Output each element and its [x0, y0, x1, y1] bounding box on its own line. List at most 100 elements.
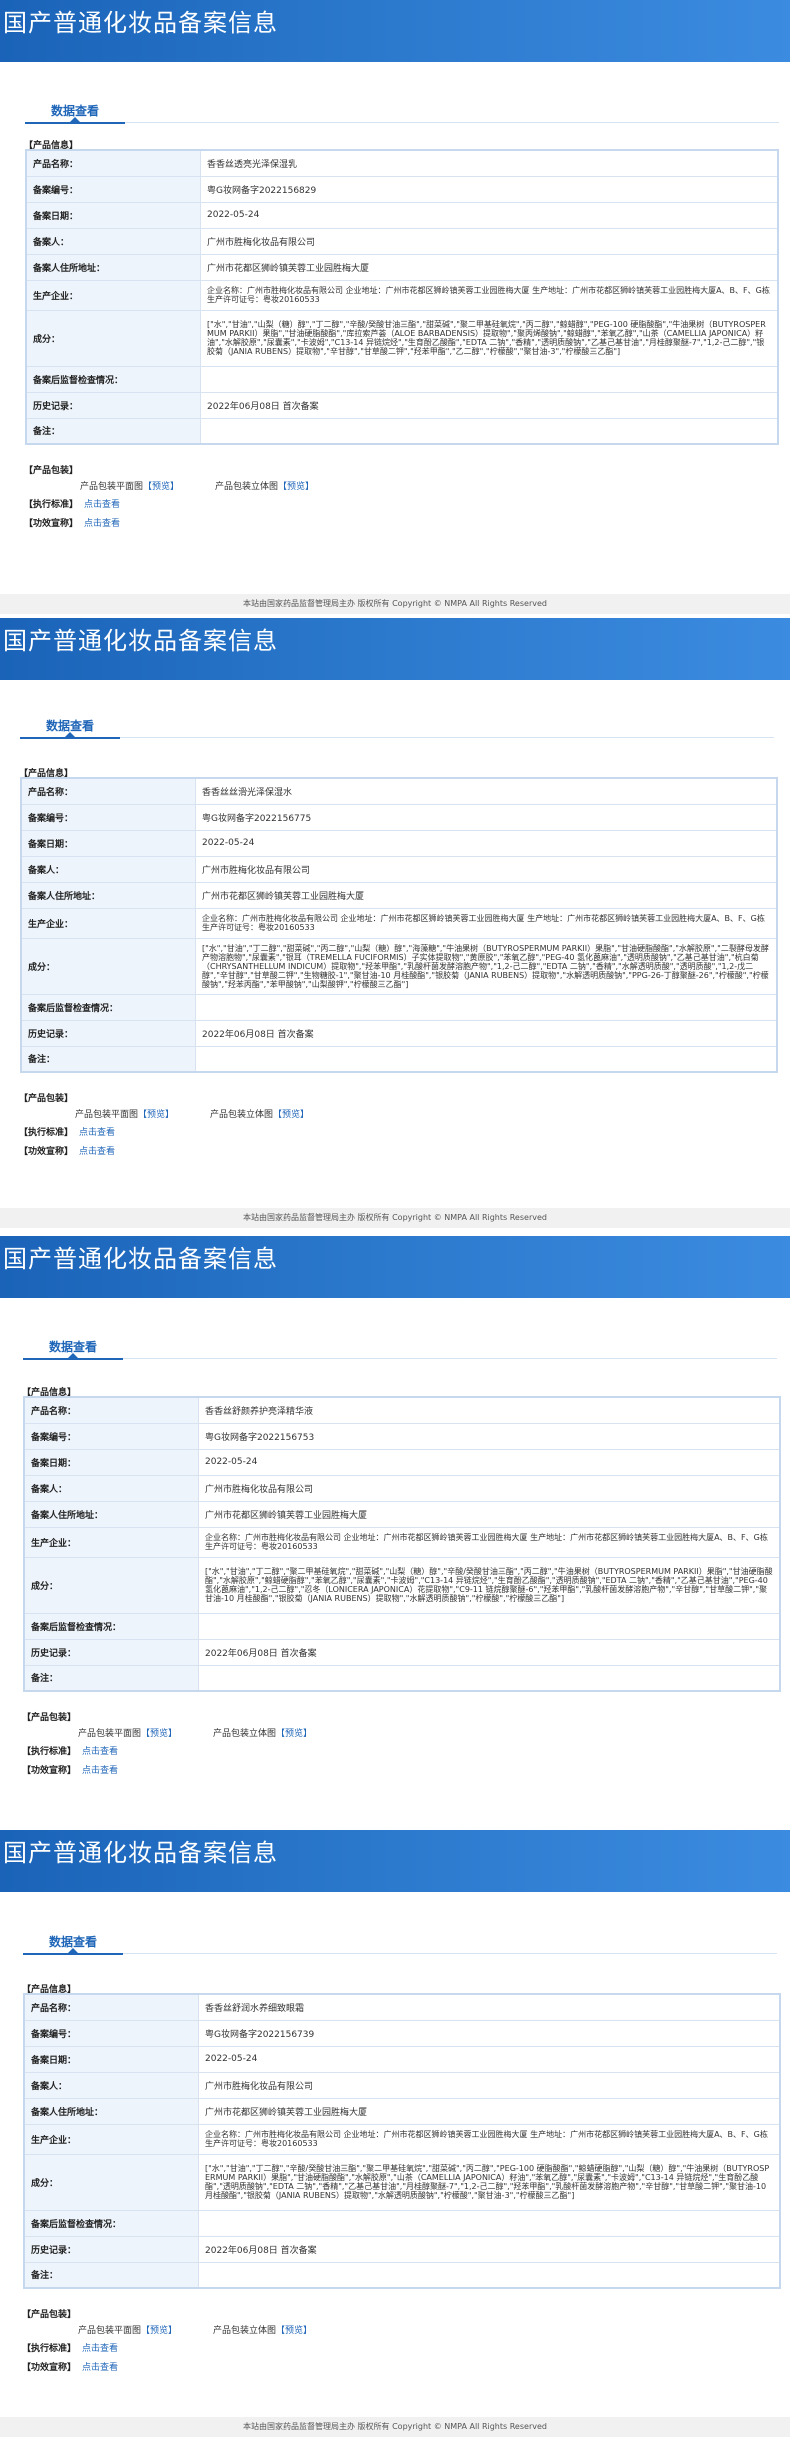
tab-bar: 数据查看 — [25, 98, 779, 124]
table-row: 备案人住所地址： 广州市花都区狮岭镇芙蓉工业园胜梅大厦 — [25, 253, 779, 281]
tab-caret-icon — [67, 1353, 79, 1359]
field-label: 备注： — [20, 1045, 196, 1073]
pkg-flat-preview-link[interactable]: 【预览】 — [141, 1729, 177, 1739]
field-label: 备案人住所地址： — [23, 2097, 199, 2125]
pkg-flat-preview-link[interactable]: 【预览】 — [143, 482, 179, 492]
site-footer: 本站由国家药品监督管理局主办 版权所有 Copyright © NMPA All… — [0, 1208, 790, 1228]
field-label: 历史记录： — [25, 391, 201, 419]
field-label: 生产企业： — [23, 1526, 199, 1558]
page-banner: 国产普通化妆品备案信息 — [0, 1236, 790, 1298]
field-value: 2022年06月08日 首次备案 — [200, 391, 779, 419]
table-row: 备案人住所地址： 广州市花都区狮岭镇芙蓉工业园胜梅大厦 — [20, 881, 778, 909]
package-row: 产品包装平面图【预览】 产品包装立体图【预览】 — [80, 479, 314, 492]
table-row: 产品名称： 香香丝透亮光泽保湿乳 — [25, 149, 779, 177]
pkg-3d-preview-link[interactable]: 【预览】 — [278, 482, 314, 492]
pkg-flat-preview-link[interactable]: 【预览】 — [138, 1110, 174, 1120]
table-row: 备注： — [23, 2261, 781, 2289]
pkg-3d-label: 产品包装立体图 — [213, 1729, 277, 1739]
table-row: 产品名称： 香香丝丝滑光泽保湿水 — [20, 777, 778, 805]
field-label: 生产企业： — [25, 279, 201, 311]
table-row: 成分： ["水","甘油","丁二醇","聚二甲基硅氧烷","甜菜碱","山梨（糖… — [23, 1556, 781, 1614]
field-label: 备案人住所地址： — [20, 881, 196, 909]
field-label: 备案日期： — [25, 201, 201, 229]
field-value: 2022-05-24 — [195, 829, 778, 857]
pkg-flat-preview-link[interactable]: 【预览】 — [141, 2326, 177, 2336]
field-label: 备案日期： — [23, 1448, 199, 1476]
field-label: 备案编号： — [23, 2019, 199, 2047]
tab-caret-icon — [64, 732, 76, 738]
table-row: 备案日期： 2022-05-24 — [23, 2045, 781, 2073]
field-value — [200, 417, 779, 445]
field-value: 企业名称：广州市胜梅化妆品有限公司 企业地址：广州市花都区狮岭镇芙蓉工业园胜梅大… — [200, 279, 779, 311]
pkg-3d-label: 产品包装立体图 — [213, 2326, 277, 2336]
pkg-flat-label: 产品包装平面图 — [78, 2326, 142, 2336]
exec-standard-label: 【执行标准】 — [24, 500, 79, 510]
field-value — [198, 1612, 781, 1640]
field-value — [200, 365, 779, 393]
pkg-3d-preview-link[interactable]: 【预览】 — [276, 1729, 312, 1739]
field-value: 粤G妆网备字2022156829 — [200, 175, 779, 203]
field-label: 备案编号： — [23, 1422, 199, 1450]
table-row: 产品名称： 香香丝舒颜养护亮泽精华液 — [23, 1396, 781, 1424]
field-value: 广州市胜梅化妆品有限公司 — [200, 227, 779, 255]
efficacy-claim-link[interactable]: 点击查看 — [82, 1763, 118, 1776]
efficacy-claim-link[interactable]: 点击查看 — [84, 516, 120, 529]
field-value: 企业名称：广州市胜梅化妆品有限公司 企业地址：广州市花都区狮岭镇芙蓉工业园胜梅大… — [195, 907, 778, 939]
exec-standard-link[interactable]: 点击查看 — [84, 497, 120, 510]
efficacy-claim-link[interactable]: 点击查看 — [82, 2360, 118, 2373]
product-info-table: 产品名称： 香香丝舒润水养细致眼霜 备案编号： 粤G妆网备字2022156739 备案日… — [23, 1993, 781, 2289]
field-value: 广州市胜梅化妆品有限公司 — [195, 855, 778, 883]
field-value: 2022-05-24 — [198, 1448, 781, 1476]
table-row: 成分： ["水","甘油","山梨（糖）醇","丁二醇","辛酸/癸酸甘油三酯",… — [25, 309, 779, 367]
field-label: 备案后监督检查情况： — [23, 1612, 199, 1640]
field-label: 备案人： — [23, 2071, 199, 2099]
field-value — [198, 2261, 781, 2289]
field-value — [198, 2209, 781, 2237]
field-value: 企业名称：广州市胜梅化妆品有限公司 企业地址：广州市花都区狮岭镇芙蓉工业园胜梅大… — [198, 2123, 781, 2155]
pkg-flat-label: 产品包装平面图 — [75, 1110, 139, 1120]
exec-standard-label: 【执行标准】 — [22, 1747, 77, 1757]
package-row: 产品包装平面图【预览】 产品包装立体图【预览】 — [75, 1107, 309, 1120]
table-row: 生产企业： 企业名称：广州市胜梅化妆品有限公司 企业地址：广州市花都区狮岭镇芙蓉工… — [25, 279, 779, 311]
tab-caret-icon — [69, 117, 81, 123]
table-row: 备注： — [20, 1045, 778, 1073]
field-label: 备注： — [25, 417, 201, 445]
field-label: 历史记录： — [23, 2235, 199, 2263]
field-label: 备案人： — [20, 855, 196, 883]
exec-standard-link[interactable]: 点击查看 — [82, 2341, 118, 2354]
table-row: 备案后监督检查情况： — [23, 2209, 781, 2237]
field-label: 备案编号： — [20, 803, 196, 831]
package-row: 产品包装平面图【预览】 产品包装立体图【预览】 — [78, 2323, 312, 2336]
table-row: 生产企业： 企业名称：广州市胜梅化妆品有限公司 企业地址：广州市花都区狮岭镇芙蓉工… — [23, 2123, 781, 2155]
table-row: 备案日期： 2022-05-24 — [23, 1448, 781, 1476]
field-label: 历史记录： — [20, 1019, 196, 1047]
pkg-3d-preview-link[interactable]: 【预览】 — [273, 1110, 309, 1120]
site-footer: 本站由国家药品监督管理局主办 版权所有 Copyright © NMPA All… — [0, 2417, 790, 2437]
field-label: 产品名称： — [23, 1993, 199, 2021]
product-info-table: 产品名称： 香香丝舒颜养护亮泽精华液 备案编号： 粤G妆网备字2022156753 备案… — [23, 1396, 781, 1692]
ingredients-value: ["水","甘油","丁二醇","甜菜碱","丙二醇","山梨（糖）醇","海藻… — [195, 937, 778, 995]
field-label: 备注： — [23, 1664, 199, 1692]
table-row: 备案编号： 粤G妆网备字2022156775 — [20, 803, 778, 831]
field-label: 备案人： — [25, 227, 201, 255]
exec-standard-link[interactable]: 点击查看 — [79, 1125, 115, 1138]
efficacy-claim-link[interactable]: 点击查看 — [79, 1144, 115, 1157]
field-value: 广州市胜梅化妆品有限公司 — [198, 2071, 781, 2099]
table-row: 备案人住所地址： 广州市花都区狮岭镇芙蓉工业园胜梅大厦 — [23, 1500, 781, 1528]
field-label: 备案后监督检查情况： — [25, 365, 201, 393]
table-row: 备案编号： 粤G妆网备字2022156739 — [23, 2019, 781, 2047]
exec-standard-link[interactable]: 点击查看 — [82, 1744, 118, 1757]
field-label: 备案后监督检查情况： — [23, 2209, 199, 2237]
field-label: 备案人： — [23, 1474, 199, 1502]
banner-title: 国产普通化妆品备案信息 — [3, 9, 278, 37]
efficacy-claim-label: 【功效宣称】 — [19, 1147, 74, 1157]
table-row: 备注： — [23, 1664, 781, 1692]
table-row: 产品名称： 香香丝舒润水养细致眼霜 — [23, 1993, 781, 2021]
package-row: 产品包装平面图【预览】 产品包装立体图【预览】 — [78, 1726, 312, 1739]
pkg-3d-preview-link[interactable]: 【预览】 — [276, 2326, 312, 2336]
table-row: 备案人： 广州市胜梅化妆品有限公司 — [25, 227, 779, 255]
page-banner: 国产普通化妆品备案信息 — [0, 1830, 790, 1892]
table-row: 备案人： 广州市胜梅化妆品有限公司 — [23, 2071, 781, 2099]
field-label: 备案日期： — [23, 2045, 199, 2073]
table-row: 备案人： 广州市胜梅化妆品有限公司 — [23, 1474, 781, 1502]
